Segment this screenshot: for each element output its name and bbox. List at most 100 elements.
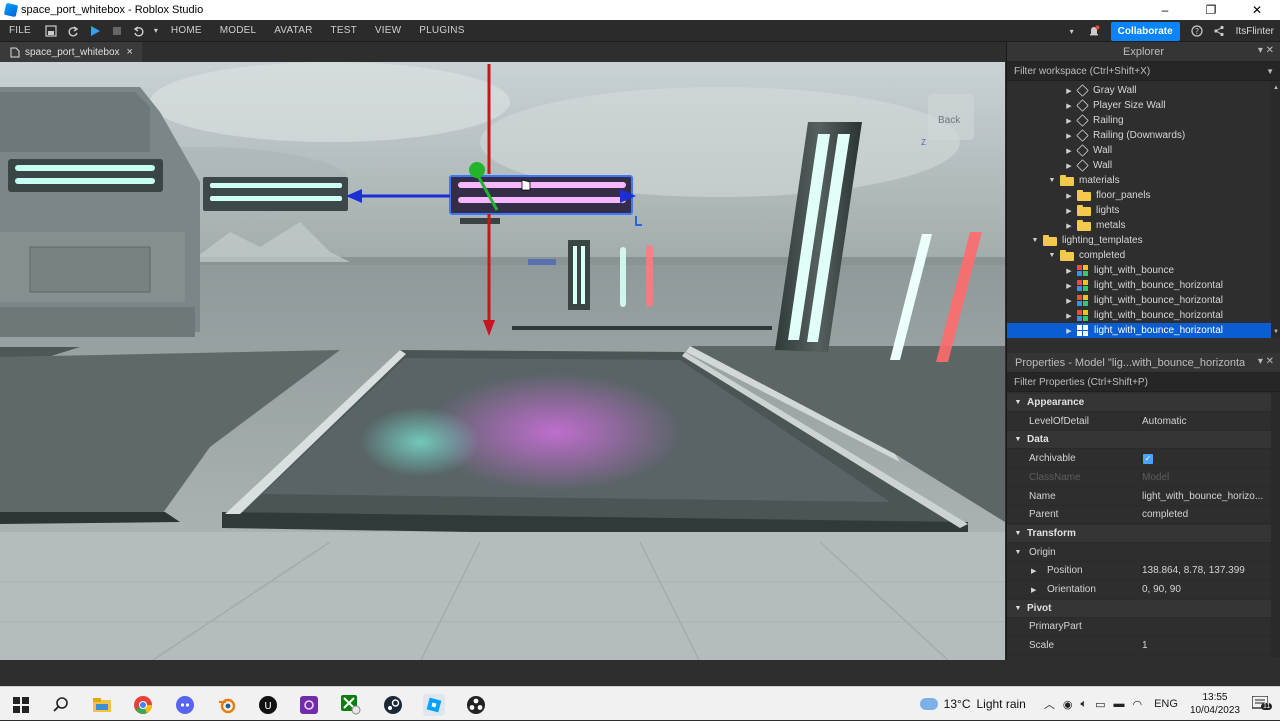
properties-scrollbar[interactable] — [1271, 392, 1280, 657]
menu-file[interactable]: FILE — [0, 25, 40, 36]
discord-icon[interactable] — [174, 694, 196, 716]
property-row[interactable]: Name light_with_bounce_horizo... — [1007, 488, 1271, 506]
explorer-tree-item[interactable]: ▶ Railing — [1007, 113, 1271, 128]
substance-painter-icon[interactable] — [298, 694, 320, 716]
explorer-tree-item[interactable]: ▼ completed — [1007, 248, 1271, 263]
menu-view[interactable]: VIEW — [366, 25, 410, 36]
network-icon[interactable]: ▭ — [1095, 698, 1105, 711]
property-value[interactable]: 0, 90, 90 — [1141, 584, 1269, 595]
expand-arrow-icon[interactable]: ▶ — [1063, 222, 1075, 230]
expand-arrow-icon[interactable]: ▶ — [1031, 586, 1036, 594]
collapse-arrow-icon[interactable]: ▼ — [1011, 436, 1025, 443]
property-row[interactable]: Parent completed — [1007, 506, 1271, 525]
expand-arrow-icon[interactable]: ▶ — [1063, 102, 1075, 110]
collaborate-button[interactable]: Collaborate — [1110, 21, 1180, 41]
close-tab-icon[interactable]: × — [127, 46, 133, 58]
roblox-studio-taskbar-icon[interactable] — [423, 694, 445, 716]
expand-arrow-icon[interactable]: ▶ — [1063, 147, 1075, 155]
property-value[interactable]: ✓ — [1141, 453, 1269, 465]
expand-arrow-icon[interactable]: ▶ — [1063, 312, 1075, 320]
save-icon[interactable] — [40, 20, 62, 42]
explorer-tree-item[interactable]: ▼ materials — [1007, 173, 1271, 188]
property-row[interactable]: Scale 1 — [1007, 637, 1271, 656]
xbox-icon[interactable] — [340, 694, 362, 716]
property-value[interactable]: Automatic — [1141, 415, 1269, 427]
property-row[interactable]: ▼ Origin — [1007, 544, 1271, 562]
expand-arrow-icon[interactable]: ▶ — [1063, 162, 1075, 170]
property-value[interactable]: 138.864, 8.78, 137.399 — [1141, 565, 1269, 577]
properties-panel-controls-icon[interactable]: ▾ ✕ — [1258, 356, 1274, 367]
collapse-arrow-icon[interactable]: ▼ — [1046, 252, 1058, 259]
explorer-filter-input[interactable]: Filter workspace (Ctrl+Shift+X) ▼ — [1007, 62, 1280, 81]
expand-arrow-icon[interactable]: ▶ — [1063, 192, 1075, 200]
language-indicator[interactable]: ENG — [1154, 698, 1178, 710]
collapse-arrow-icon[interactable]: ▼ — [1011, 549, 1025, 556]
collapse-arrow-icon[interactable]: ▼ — [1011, 399, 1025, 406]
expand-arrow-icon[interactable]: ▶ — [1063, 327, 1075, 335]
weather-widget[interactable]: 13°C Light rain — [919, 697, 1026, 711]
expand-arrow-icon[interactable]: ▶ — [1031, 567, 1036, 575]
speaker-icon[interactable]: 🔈︎ — [1080, 698, 1087, 711]
property-value[interactable]: light_with_bounce_horizo... — [1141, 490, 1269, 502]
minimize-button[interactable]: – — [1142, 0, 1188, 20]
battery-icon[interactable]: ▬ — [1113, 698, 1124, 710]
menu-home[interactable]: HOME — [162, 25, 211, 36]
explorer-filter-dropdown-icon[interactable]: ▼ — [1266, 67, 1274, 76]
menu-plugins[interactable]: PLUGINS — [410, 25, 473, 36]
user-name[interactable]: ItsFlinter — [1230, 26, 1280, 37]
property-section-header[interactable]: ▼ Appearance — [1007, 394, 1271, 412]
obs-icon[interactable] — [465, 694, 487, 716]
play-icon[interactable] — [84, 20, 106, 42]
close-window-button[interactable]: ✕ — [1234, 0, 1280, 20]
property-row[interactable]: PrimaryPart — [1007, 618, 1271, 637]
explorer-tree-item[interactable]: ▶ Wall — [1007, 143, 1271, 158]
property-section-header[interactable]: ▼ Transform — [1007, 524, 1271, 543]
share-icon[interactable] — [1208, 20, 1230, 42]
collapse-arrow-icon[interactable]: ▼ — [1011, 530, 1025, 537]
expand-arrow-icon[interactable]: ▶ — [1063, 267, 1075, 275]
record-icon[interactable]: ◉ — [1063, 698, 1073, 711]
property-row[interactable]: ▶ Position 138.864, 8.78, 137.399 — [1007, 562, 1271, 581]
explorer-tree-item[interactable]: ▶ light_with_bounce_horizontal — [1007, 293, 1271, 308]
clock[interactable]: 13:55 10/04/2023 — [1190, 691, 1240, 717]
notification-bell-icon[interactable] — [1083, 20, 1105, 42]
expand-arrow-icon[interactable]: ▶ — [1063, 87, 1075, 95]
menu-model[interactable]: MODEL — [211, 25, 266, 36]
expand-arrow-icon[interactable]: ▶ — [1063, 282, 1075, 290]
expand-arrow-icon[interactable]: ▶ — [1063, 207, 1075, 215]
explorer-tree-item[interactable]: ▶ light_with_bounce — [1007, 263, 1271, 278]
expand-arrow-icon[interactable]: ▶ — [1063, 132, 1075, 140]
stop-icon[interactable] — [106, 20, 128, 42]
collapse-arrow-icon[interactable]: ▼ — [1011, 605, 1025, 612]
collapse-arrow-icon[interactable]: ▼ — [1046, 177, 1058, 184]
collapse-arrow-icon[interactable]: ▼ — [1029, 237, 1041, 244]
undo-icon[interactable] — [128, 20, 150, 42]
explorer-tree-item[interactable]: ▶ Player Size Wall — [1007, 98, 1271, 113]
explorer-panel-controls-icon[interactable]: ▾ ✕ — [1258, 45, 1274, 56]
explorer-tree-item[interactable]: ▶ light_with_bounce_horizontal — [1007, 323, 1271, 338]
file-explorer-icon[interactable] — [91, 694, 113, 716]
property-row[interactable]: Archivable ✓ — [1007, 450, 1271, 469]
explorer-tree-item[interactable]: ▼ lighting_templates — [1007, 233, 1271, 248]
property-row[interactable]: LevelOfDetail Automatic — [1007, 413, 1271, 431]
menu-avatar[interactable]: AVATAR — [265, 25, 321, 36]
expand-arrow-icon[interactable]: ▶ — [1063, 117, 1075, 125]
chrome-icon[interactable] — [132, 694, 154, 716]
explorer-tree-item[interactable]: ▶ Railing (Downwards) — [1007, 128, 1271, 143]
explorer-tree-item[interactable]: ▶ metals — [1007, 218, 1271, 233]
property-section-header[interactable]: ▼ Pivot — [1007, 599, 1271, 618]
wifi-icon[interactable]: ◠ — [1132, 698, 1142, 711]
menu-test[interactable]: TEST — [322, 25, 366, 36]
blender-icon[interactable] — [216, 694, 238, 716]
windows-start-icon[interactable] — [10, 694, 32, 716]
property-section-header[interactable]: ▼ Data — [1007, 431, 1271, 450]
steam-icon[interactable] — [382, 694, 404, 716]
chevron-up-icon[interactable]: ︿ — [1044, 696, 1055, 712]
document-tab[interactable]: space_port_whitebox × — [0, 42, 142, 62]
explorer-tree-item[interactable]: ▶ Wall — [1007, 158, 1271, 173]
explorer-tree-item[interactable]: ▶ light_with_bounce_horizontal — [1007, 278, 1271, 293]
property-value[interactable]: Model — [1141, 471, 1269, 483]
expand-arrow-icon[interactable]: ▶ — [1063, 297, 1075, 305]
unreal-engine-icon[interactable]: U — [257, 694, 279, 716]
explorer-tree-item[interactable]: ▶ lights — [1007, 203, 1271, 218]
